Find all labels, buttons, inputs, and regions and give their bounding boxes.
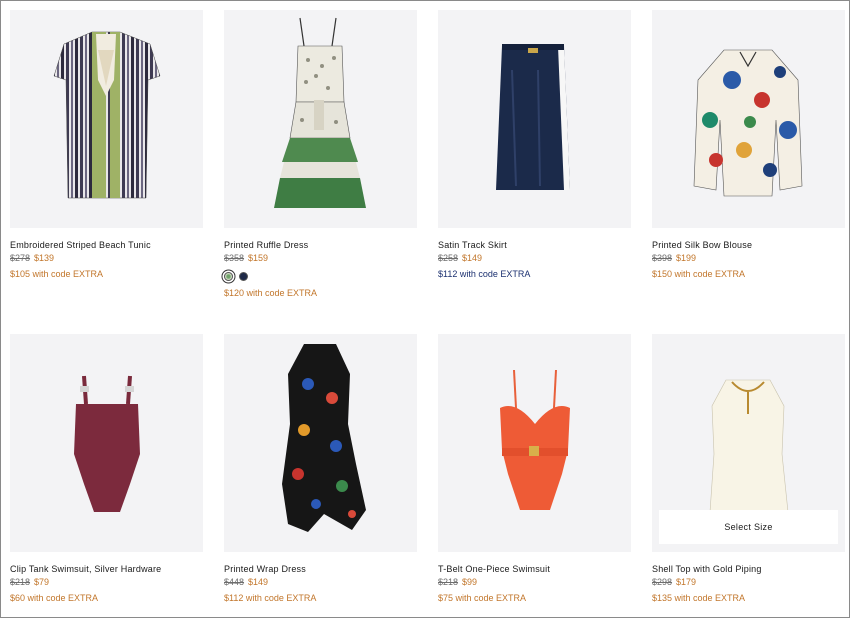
- sale-price: $179: [676, 577, 697, 587]
- product-card[interactable]: Printed Wrap Dress $448 $149 $112 with co…: [224, 334, 417, 604]
- price-group: $258 $149: [438, 253, 631, 264]
- price-group: $218 $99: [438, 577, 631, 588]
- sale-price: $149: [248, 577, 269, 587]
- product-image[interactable]: [224, 334, 417, 552]
- price-group: $298 $179: [652, 577, 845, 588]
- product-name[interactable]: Printed Silk Bow Blouse: [652, 240, 845, 251]
- product-card[interactable]: Printed Ruffle Dress $358 $159 $120 with …: [224, 10, 417, 299]
- original-price: $448: [224, 577, 245, 587]
- product-image[interactable]: [10, 10, 203, 228]
- price-group: $218 $79: [10, 577, 203, 588]
- product-image[interactable]: [10, 334, 203, 552]
- product-image[interactable]: [438, 10, 631, 228]
- promo-price: $105 with code EXTRA: [10, 269, 104, 279]
- product-image[interactable]: [224, 10, 417, 228]
- product-card[interactable]: Embroidered Striped Beach Tunic $278 $139…: [10, 10, 203, 280]
- promo-price: $135 with code EXTRA: [652, 593, 746, 603]
- product-image[interactable]: [438, 334, 631, 552]
- product-card[interactable]: T-Belt One-Piece Swimsuit $218 $99 $75 wi…: [438, 334, 631, 604]
- product-name[interactable]: Printed Wrap Dress: [224, 564, 417, 575]
- promo-price: $120 with code EXTRA: [224, 288, 318, 298]
- sale-price: $199: [676, 253, 697, 263]
- promo-price: $60 with code EXTRA: [10, 593, 99, 603]
- product-card[interactable]: Select Size Shell Top with Gold Piping $…: [652, 334, 845, 604]
- sale-price: $149: [462, 253, 483, 263]
- promo-price: $75 with code EXTRA: [438, 593, 527, 603]
- sale-price: $159: [248, 253, 269, 263]
- product-image[interactable]: [652, 10, 845, 228]
- original-price: $218: [10, 577, 31, 587]
- promo-price: $150 with code EXTRA: [652, 269, 746, 279]
- original-price: $278: [10, 253, 31, 263]
- original-price: $398: [652, 253, 673, 263]
- product-name[interactable]: Shell Top with Gold Piping: [652, 564, 845, 575]
- promo-price: $112 with code EXTRA: [224, 593, 317, 603]
- swatch-green-print[interactable]: [224, 271, 233, 281]
- sale-price: $139: [34, 253, 55, 263]
- original-price: $218: [438, 577, 459, 587]
- original-price: $258: [438, 253, 459, 263]
- original-price: $358: [224, 253, 245, 263]
- product-image[interactable]: Select Size: [652, 334, 845, 552]
- product-card[interactable]: Clip Tank Swimsuit, Silver Hardware $218…: [10, 334, 203, 604]
- product-name[interactable]: Embroidered Striped Beach Tunic: [10, 240, 203, 251]
- product-name[interactable]: T-Belt One-Piece Swimsuit: [438, 564, 631, 575]
- product-name[interactable]: Clip Tank Swimsuit, Silver Hardware: [10, 564, 203, 575]
- price-group: $398 $199: [652, 253, 845, 264]
- price-group: $448 $149: [224, 577, 417, 588]
- select-size-button[interactable]: Select Size: [659, 510, 838, 544]
- price-group: $278 $139: [10, 253, 203, 264]
- product-name[interactable]: Printed Ruffle Dress: [224, 240, 417, 251]
- color-swatches: [224, 270, 417, 282]
- swatch-navy[interactable]: [239, 271, 248, 281]
- original-price: $298: [652, 577, 673, 587]
- product-card[interactable]: Printed Silk Bow Blouse $398 $199 $150 wi…: [652, 10, 845, 280]
- sale-price: $79: [34, 577, 50, 587]
- promo-price: $112 with code EXTRA: [438, 269, 531, 279]
- sale-price: $99: [462, 577, 478, 587]
- product-card[interactable]: Satin Track Skirt $258 $149 $112 with cod…: [438, 10, 631, 280]
- product-name[interactable]: Satin Track Skirt: [438, 240, 631, 251]
- price-group: $358 $159: [224, 253, 417, 264]
